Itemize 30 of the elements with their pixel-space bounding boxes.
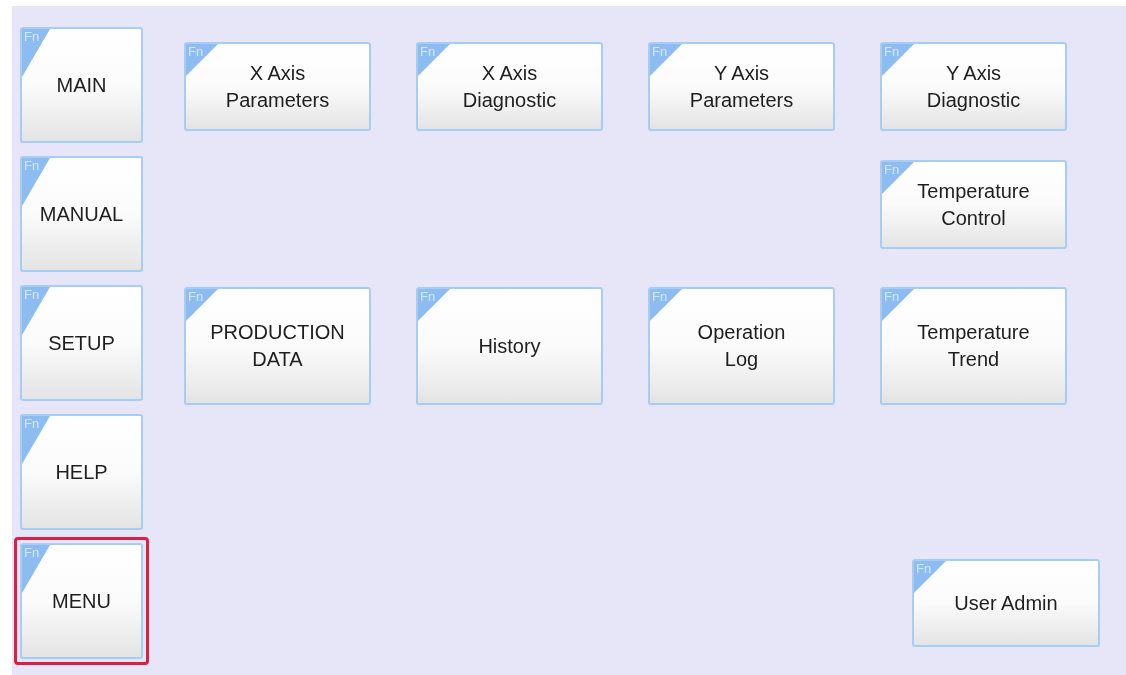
- fn-tag: Fn: [914, 561, 946, 593]
- fn-tag: Fn: [22, 287, 50, 335]
- nav-button[interactable]: Fn HELP: [20, 414, 143, 530]
- fn-tag: Fn: [186, 44, 218, 76]
- fn-tag: Fn: [186, 289, 218, 321]
- menu-button[interactable]: Fn X Axis Diagnostic: [416, 42, 603, 131]
- nav-button[interactable]: Fn MANUAL: [20, 156, 143, 272]
- menu-button[interactable]: Fn Temperature Control: [880, 160, 1067, 249]
- fn-tag: Fn: [882, 44, 914, 76]
- user-admin-button[interactable]: Fn User Admin: [912, 559, 1100, 647]
- fn-tag: Fn: [650, 44, 682, 76]
- nav-button[interactable]: Fn MENU: [20, 543, 143, 659]
- fn-tag: Fn: [650, 289, 682, 321]
- fn-tag: Fn: [418, 44, 450, 76]
- fn-tag: Fn: [882, 289, 914, 321]
- menu-button[interactable]: Fn History: [416, 287, 603, 405]
- menu-button[interactable]: Fn Temperature Trend: [880, 287, 1067, 405]
- nav-button[interactable]: Fn SETUP: [20, 285, 143, 401]
- menu-button[interactable]: Fn Y Axis Parameters: [648, 42, 835, 131]
- fn-tag: Fn: [22, 29, 50, 77]
- fn-tag: Fn: [22, 158, 50, 206]
- menu-button[interactable]: Fn Y Axis Diagnostic: [880, 42, 1067, 131]
- fn-tag: Fn: [22, 545, 50, 593]
- menu-button[interactable]: Fn Operation Log: [648, 287, 835, 405]
- menu-button[interactable]: Fn X Axis Parameters: [184, 42, 371, 131]
- fn-tag: Fn: [418, 289, 450, 321]
- nav-button[interactable]: Fn MAIN: [20, 27, 143, 143]
- menu-button[interactable]: Fn PRODUCTION DATA: [184, 287, 371, 405]
- fn-tag: Fn: [22, 416, 50, 464]
- fn-tag: Fn: [882, 162, 914, 194]
